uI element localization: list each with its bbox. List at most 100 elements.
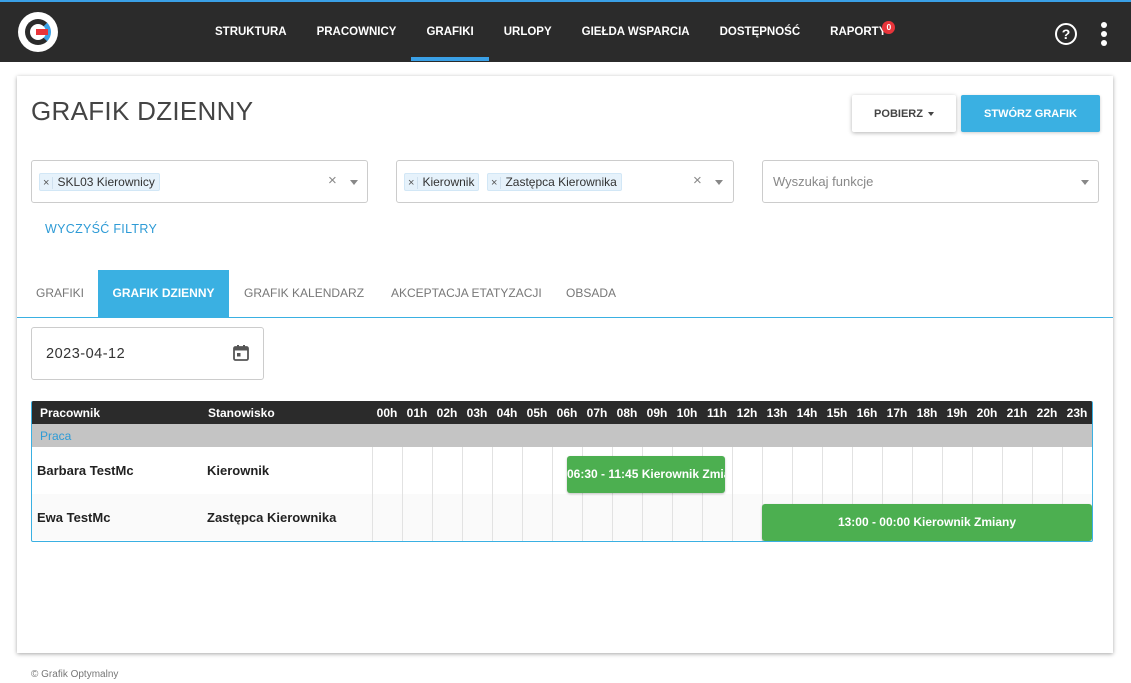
employee-position: Kierownik xyxy=(207,463,270,478)
hour-header-19h: 19h xyxy=(946,406,968,420)
dropdown-arrow-icon[interactable] xyxy=(1081,180,1089,185)
hour-header-17h: 17h xyxy=(886,406,908,420)
hour-header-08h: 08h xyxy=(616,406,638,420)
clear-selection-icon[interactable]: × xyxy=(693,173,702,189)
hour-header-02h: 02h xyxy=(436,406,458,420)
hour-header-14h: 14h xyxy=(796,406,818,420)
hour-header-21h: 21h xyxy=(1006,406,1028,420)
create-schedule-button[interactable]: STWÓRZ GRAFIK xyxy=(961,95,1100,132)
hour-gridline xyxy=(522,447,523,541)
nav-item-dostepnosc[interactable]: DOSTĘPNOŚĆ xyxy=(705,2,816,62)
download-button[interactable]: POBIERZ xyxy=(852,95,956,132)
hour-header-11h: 11h xyxy=(706,406,727,420)
shift-bar[interactable]: 13:00 - 00:00 Kierownik Zmiany xyxy=(762,504,1092,541)
nav-item-label: GIEŁDA WSPARCIA xyxy=(581,26,690,38)
nav-item-gielda-wsparcia[interactable]: GIEŁDA WSPARCIA xyxy=(567,2,705,62)
calendar-icon[interactable] xyxy=(232,344,250,362)
table-row: Barbara TestMc Kierownik xyxy=(32,447,1092,493)
shift-bar[interactable]: 06:30 - 11:45 Kierownik Zmiany xyxy=(567,456,725,493)
nav-item-raporty[interactable]: RAPORTY 0 xyxy=(815,2,901,62)
hour-header-18h: 18h xyxy=(916,406,938,420)
hour-gridline xyxy=(402,447,403,541)
nav-item-urlopy[interactable]: URLOPY xyxy=(489,2,567,62)
filter-chip: × SKL03 Kierownicy xyxy=(39,173,160,191)
hour-header-07h: 07h xyxy=(586,406,608,420)
hour-gridline xyxy=(552,447,553,541)
nav-item-label: DOSTĘPNOŚĆ xyxy=(719,26,801,38)
hour-header-09h: 09h xyxy=(646,406,668,420)
nav-item-grafiki[interactable]: GRAFIKI xyxy=(411,2,490,62)
hour-header-06h: 06h xyxy=(556,406,578,420)
tab-grafik-dzienny[interactable]: GRAFIK DZIENNY xyxy=(98,270,229,318)
section-label: Praca xyxy=(40,429,72,443)
section-row-praca: Praca xyxy=(32,424,1092,447)
chip-label: Zastępca Kierownika xyxy=(505,175,617,189)
hour-header-10h: 10h xyxy=(676,406,698,420)
caret-down-icon xyxy=(927,111,934,116)
clear-selection-icon[interactable]: × xyxy=(328,173,337,189)
chip-label: Kierownik xyxy=(422,175,475,189)
chip-remove-icon[interactable]: × xyxy=(43,177,54,189)
nav-item-label: URLOPY xyxy=(503,26,552,38)
nav-item-label: STRUKTURA xyxy=(215,26,287,38)
schedule-header: Pracownik Stanowisko 00h 01h 02h 03h 04h 05h 0… xyxy=(32,401,1092,424)
view-tabs: GRAFIKI GRAFIK DZIENNY GRAFIK KALENDARZ … xyxy=(17,270,1113,318)
hour-header-03h: 03h xyxy=(466,406,488,420)
store-filter-select[interactable]: × SKL03 Kierownicy × xyxy=(31,160,368,203)
download-button-label: POBIERZ xyxy=(874,107,923,120)
dropdown-arrow-icon[interactable] xyxy=(715,180,723,185)
nav-item-struktura[interactable]: STRUKTURA xyxy=(200,2,302,62)
hour-header-13h: 13h xyxy=(766,406,788,420)
hour-header-05h: 05h xyxy=(526,406,548,420)
page-title: GRAFIK DZIENNY xyxy=(31,96,254,126)
hour-gridline xyxy=(432,447,433,541)
hour-gridline xyxy=(492,447,493,541)
hour-header-12h: 12h xyxy=(736,406,758,420)
hour-header-15h: 15h xyxy=(826,406,848,420)
hour-gridline xyxy=(462,447,463,541)
hour-header-22h: 22h xyxy=(1036,406,1058,420)
hour-header-00h: 00h xyxy=(376,406,398,420)
tab-grafiki[interactable]: GRAFIKI xyxy=(36,270,84,318)
logo-icon[interactable] xyxy=(18,12,58,52)
nav-item-label: RAPORTY xyxy=(830,26,887,38)
hour-header-23h: 23h xyxy=(1066,406,1088,420)
column-header-position: Stanowisko xyxy=(208,406,275,420)
date-value: 2023-04-12 xyxy=(46,346,126,362)
tab-akceptacja-etatyzacji[interactable]: AKCEPTACJA ETATYZACJI xyxy=(391,270,542,318)
tab-grafik-kalendarz[interactable]: GRAFIK KALENDARZ xyxy=(244,270,364,318)
filter-chip: × Kierownik xyxy=(404,173,480,191)
top-navbar: STRUKTURA PRACOWNICY GRAFIKI URLOPY GIEŁ… xyxy=(0,0,1131,62)
date-picker-input[interactable]: 2023-04-12 xyxy=(31,327,264,380)
function-search-placeholder: Wyszukaj funkcje xyxy=(773,174,874,189)
footer-copyright: © Grafik Optymalny xyxy=(31,669,119,680)
function-search-select[interactable]: Wyszukaj funkcje xyxy=(762,160,1099,203)
hour-header-20h: 20h xyxy=(976,406,998,420)
nav-item-pracownicy[interactable]: PRACOWNICY xyxy=(302,2,412,62)
nav-item-label: GRAFIKI xyxy=(426,26,474,38)
kebab-menu-icon[interactable] xyxy=(1100,22,1108,46)
column-header-employee: Pracownik xyxy=(40,406,101,420)
tab-obsada[interactable]: OBSADA xyxy=(566,270,616,318)
nav-item-label: PRACOWNICY xyxy=(316,26,397,38)
hour-header-04h: 04h xyxy=(496,406,518,420)
hour-gridline xyxy=(372,447,373,541)
employee-position: Zastępca Kierownika xyxy=(207,510,337,525)
dropdown-arrow-icon[interactable] xyxy=(350,180,358,185)
role-filter-select[interactable]: × Kierownik × Zastępca Kierownika × xyxy=(396,160,734,203)
employee-name: Barbara TestMc xyxy=(37,463,134,478)
main-nav: STRUKTURA PRACOWNICY GRAFIKI URLOPY GIEŁ… xyxy=(200,2,901,62)
chip-remove-icon[interactable]: × xyxy=(408,177,419,189)
chip-remove-icon[interactable]: × xyxy=(491,177,502,189)
main-card: GRAFIK DZIENNY POBIERZ STWÓRZ GRAFIK × SK… xyxy=(17,76,1113,653)
filter-chip: × Zastępca Kierownika xyxy=(487,173,622,191)
hour-header-01h: 01h xyxy=(406,406,428,420)
hour-gridline xyxy=(732,447,733,541)
daily-schedule-grid: Pracownik Stanowisko 00h 01h 02h 03h 04h 05h 0… xyxy=(31,401,1093,542)
hour-header-16h: 16h xyxy=(856,406,878,420)
chip-label: SKL03 Kierownicy xyxy=(57,175,155,189)
help-icon[interactable]: ? xyxy=(1055,23,1077,45)
employee-name: Ewa TestMc xyxy=(37,510,111,525)
notification-badge: 0 xyxy=(882,21,896,34)
clear-filters-link[interactable]: WYCZYŚĆ FILTRY xyxy=(45,222,157,236)
